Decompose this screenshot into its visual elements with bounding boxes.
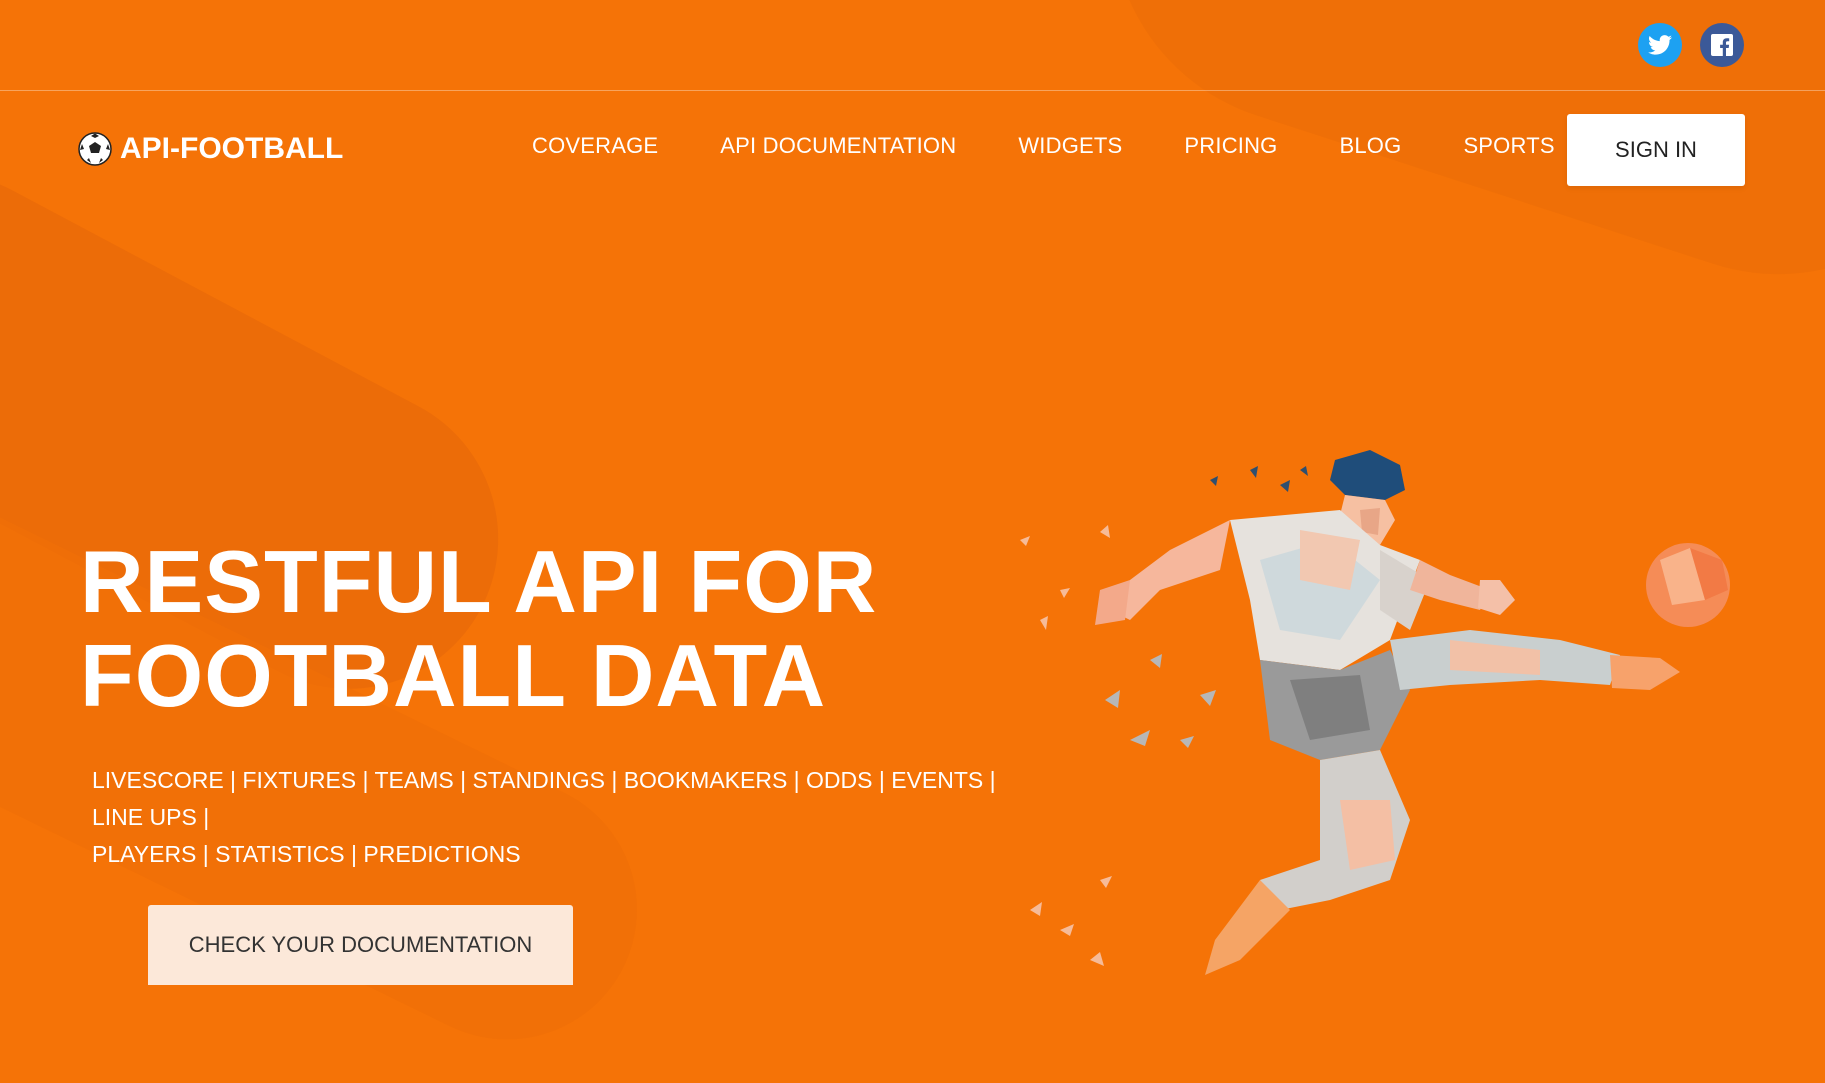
nav-widgets[interactable]: WIDGETS	[1018, 133, 1122, 159]
nav-api-documentation[interactable]: API DOCUMENTATION	[720, 133, 956, 159]
site-logo[interactable]: API-FOOTBALL	[78, 129, 343, 169]
nav-sports[interactable]: SPORTS	[1463, 133, 1554, 159]
hero-title-line-2: FOOTBALL DATA	[80, 626, 827, 725]
hero-subtitle-line-1: LIVESCORE | FIXTURES | TEAMS | STANDINGS…	[92, 767, 996, 830]
hero-title: RESTFUL API FOR FOOTBALL DATA	[80, 535, 877, 723]
hero-subtitle-line-2: PLAYERS | STATISTICS | PREDICTIONS	[92, 841, 521, 867]
sign-in-button[interactable]: SIGN IN	[1567, 114, 1745, 186]
twitter-icon	[1648, 35, 1672, 55]
nav-coverage[interactable]: COVERAGE	[532, 133, 658, 159]
logo-text: API-FOOTBALL	[120, 132, 344, 165]
nav-blog[interactable]: BLOG	[1340, 133, 1402, 159]
facebook-link[interactable]	[1700, 23, 1744, 67]
hero-title-line-1: RESTFUL API FOR	[80, 532, 878, 631]
facebook-icon	[1711, 34, 1733, 56]
site-header: API-FOOTBALL COVERAGE API DOCUMENTATION …	[0, 91, 1825, 209]
soccer-ball-icon	[78, 132, 112, 166]
main-nav: COVERAGE API DOCUMENTATION WIDGETS PRICI…	[532, 133, 1617, 159]
hero-subtitle: LIVESCORE | FIXTURES | TEAMS | STANDINGS…	[92, 762, 1052, 873]
football-player-illustration	[1020, 450, 1730, 975]
twitter-link[interactable]	[1638, 23, 1682, 67]
nav-pricing[interactable]: PRICING	[1184, 133, 1277, 159]
top-bar	[0, 0, 1825, 91]
check-documentation-button[interactable]: CHECK YOUR DOCUMENTATION	[148, 905, 573, 985]
